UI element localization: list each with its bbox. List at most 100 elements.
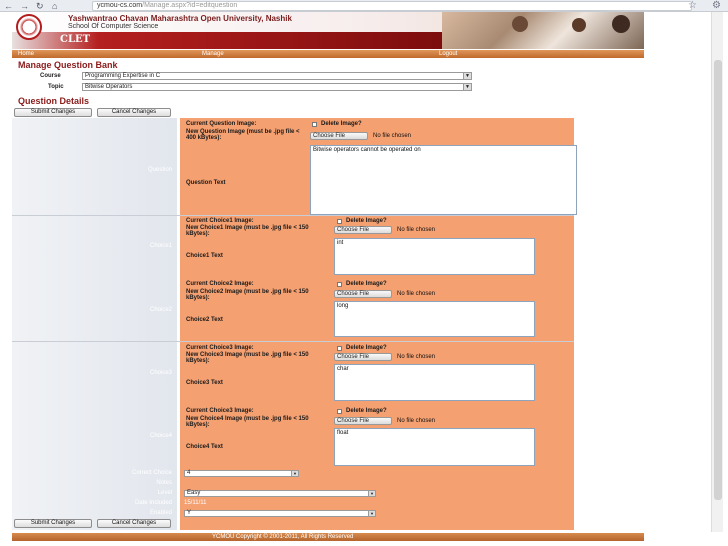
- new-choice1-image-label: New Choice1 Image (must be .jpg file < 1…: [186, 225, 309, 237]
- cancel-changes-button-top[interactable]: Cancel Changes: [97, 108, 171, 117]
- course-label: Course: [40, 73, 61, 79]
- brand-title: CLET: [60, 34, 91, 45]
- url-path: /Manage.aspx?id=editquestion: [142, 2, 238, 9]
- choice4-side-label: Choice4: [149, 433, 172, 439]
- submit-changes-button-bottom[interactable]: Submit Changes: [14, 519, 92, 528]
- menu-logout[interactable]: Logout: [439, 50, 457, 58]
- wrench-icon[interactable]: ⚙: [712, 0, 721, 11]
- choice2-text-label: Choice2 Text: [186, 317, 223, 323]
- scrollbar-thumb[interactable]: [714, 60, 722, 500]
- header-banner: Yashwantrao Chavan Maharashtra Open Univ…: [12, 12, 644, 49]
- delete-choice4-image-label: Delete Image?: [346, 408, 387, 414]
- delete-choice4-image-checkbox[interactable]: [337, 409, 342, 414]
- date-included-value: 15/11/11: [184, 500, 207, 506]
- delete-choice2-image-label: Delete Image?: [346, 281, 387, 287]
- choice4-no-file-text: No file chosen: [397, 418, 436, 424]
- delete-choice3-image-checkbox[interactable]: [337, 346, 342, 351]
- browser-toolbar: ← → ↻ ⌂ ycmou-cs.com/Manage.aspx?id=edit…: [0, 0, 728, 12]
- divider: [12, 341, 574, 342]
- delete-choice1-image-label: Delete Image?: [346, 218, 387, 224]
- students-photo: [442, 12, 644, 49]
- choice1-side-label: Choice1: [149, 243, 172, 249]
- chevron-down-icon: ▼: [463, 84, 471, 90]
- topic-value: Bitwise Operators: [85, 84, 133, 90]
- choice1-text-area[interactable]: int: [334, 238, 535, 275]
- menu-manage[interactable]: Manage: [202, 50, 224, 58]
- new-choice3-image-label: New Choice3 Image (must be .jpg file < 1…: [186, 352, 309, 364]
- reload-icon[interactable]: ↻: [36, 1, 44, 11]
- new-question-image-label: New Question Image (must be .jpg file < …: [186, 129, 300, 141]
- question-text-area[interactable]: Bitwise operators cannot be operated on: [310, 145, 577, 215]
- home-icon[interactable]: ⌂: [52, 1, 57, 11]
- correct-choice-value: 4: [187, 470, 191, 476]
- level-label: Level: [157, 490, 172, 496]
- choice3-choose-file-button[interactable]: Choose File: [334, 353, 392, 361]
- forward-icon[interactable]: →: [20, 1, 29, 11]
- page: Yashwantrao Chavan Maharashtra Open Univ…: [12, 12, 644, 546]
- correct-choice-label: Correct Choice: [131, 470, 172, 476]
- submit-changes-button-top[interactable]: Submit Changes: [14, 108, 92, 117]
- university-logo: [16, 14, 42, 40]
- new-choice4-image-label: New Choice4 Image (must be .jpg file < 1…: [186, 416, 309, 428]
- question-choose-file-button[interactable]: Choose File: [310, 132, 368, 140]
- question-text-label: Question Text: [186, 180, 226, 186]
- choice2-no-file-text: No file chosen: [397, 291, 436, 297]
- choice3-text-label: Choice3 Text: [186, 380, 223, 386]
- new-choice2-image-label: New Choice2 Image (must be .jpg file < 1…: [186, 289, 309, 301]
- field-label-column: [12, 118, 177, 530]
- enabled-select[interactable]: Y ▼: [184, 510, 376, 517]
- topic-label: Topic: [48, 84, 64, 90]
- cancel-changes-button-bottom[interactable]: Cancel Changes: [97, 519, 171, 528]
- question-no-file-text: No file chosen: [373, 133, 412, 139]
- page-title: Manage Question Bank: [18, 60, 118, 70]
- section-title: Question Details: [18, 96, 90, 106]
- menu-home[interactable]: Home: [18, 50, 34, 58]
- level-value: Easy: [187, 490, 201, 496]
- course-select[interactable]: Programming Expertise in C ▼: [82, 72, 472, 80]
- back-icon[interactable]: ←: [4, 1, 13, 11]
- choice2-text-area[interactable]: long: [334, 301, 535, 337]
- school-name: School Of Computer Science: [68, 23, 159, 30]
- delete-choice3-image-label: Delete Image?: [346, 345, 387, 351]
- page-footer: YCMOU Copyright © 2001-2011, All Rights …: [12, 533, 644, 541]
- date-included-label: Date Included: [134, 500, 172, 506]
- chevron-down-icon: ▼: [463, 73, 471, 79]
- current-question-image-label: Current Question Image:: [186, 121, 257, 127]
- chevron-down-icon: ▼: [368, 491, 375, 496]
- address-bar[interactable]: ycmou-cs.com/Manage.aspx?id=editquestion: [92, 1, 692, 11]
- enabled-label: Enabled: [149, 510, 172, 516]
- current-choice1-image-label: Current Choice1 Image:: [186, 218, 254, 224]
- choice1-no-file-text: No file chosen: [397, 227, 436, 233]
- level-select[interactable]: Easy ▼: [184, 490, 376, 497]
- choice1-choose-file-button[interactable]: Choose File: [334, 226, 392, 234]
- course-value: Programming Expertise in C: [85, 73, 161, 79]
- topic-select[interactable]: Bitwise Operators ▼: [82, 83, 472, 91]
- bookmark-star-icon[interactable]: ☆: [688, 0, 697, 11]
- current-choice4-image-label: Current Choice3 Image:: [186, 408, 254, 414]
- main-menu: Home Manage Logout: [12, 50, 644, 58]
- choice4-text-label: Choice4 Text: [186, 444, 223, 450]
- choice3-no-file-text: No file chosen: [397, 354, 436, 360]
- choice2-choose-file-button[interactable]: Choose File: [334, 290, 392, 298]
- notes-label: Notes: [156, 480, 172, 486]
- choice1-text-label: Choice1 Text: [186, 253, 223, 259]
- chevron-down-icon: ▼: [291, 471, 298, 476]
- url-host: ycmou-cs.com: [97, 2, 143, 9]
- question-side-label: Question: [147, 167, 172, 173]
- current-choice2-image-label: Current Choice2 Image:: [186, 281, 254, 287]
- delete-choice2-image-checkbox[interactable]: [337, 282, 342, 287]
- choice4-choose-file-button[interactable]: Choose File: [334, 417, 392, 425]
- current-choice3-image-label: Current Choice3 Image:: [186, 345, 254, 351]
- delete-question-image-label: Delete Image?: [321, 121, 362, 127]
- page-scrollbar[interactable]: [711, 12, 723, 532]
- delete-question-image-checkbox[interactable]: [312, 122, 317, 127]
- chevron-down-icon: ▼: [368, 511, 375, 516]
- choice3-text-area[interactable]: char: [334, 364, 535, 401]
- choice4-text-area[interactable]: float: [334, 428, 535, 466]
- choice3-side-label: Choice3: [149, 370, 172, 376]
- delete-choice1-image-checkbox[interactable]: [337, 219, 342, 224]
- enabled-value: Y: [187, 510, 192, 516]
- choice2-side-label: Choice2: [149, 307, 172, 313]
- university-name: Yashwantrao Chavan Maharashtra Open Univ…: [68, 14, 292, 23]
- correct-choice-select[interactable]: 4 ▼: [184, 470, 299, 477]
